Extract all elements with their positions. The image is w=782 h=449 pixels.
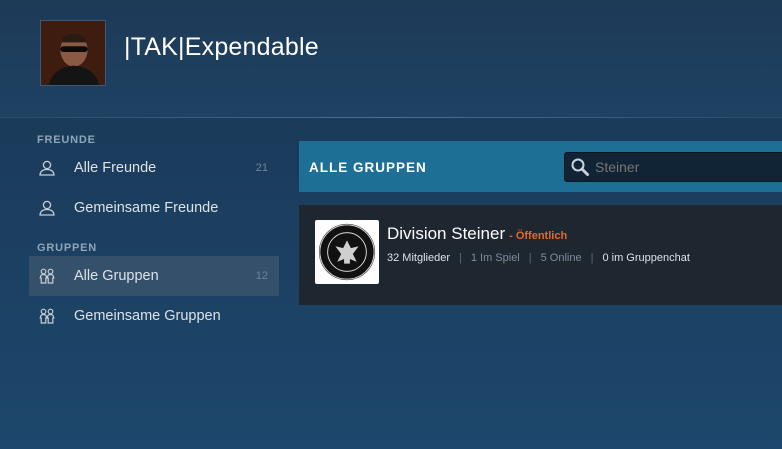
- sidebar-item-mutual-groups[interactable]: Gemeinsame Gruppen: [29, 296, 279, 336]
- group-card[interactable]: Division Steiner - Öffentlich 32 Mitglied…: [299, 205, 782, 305]
- sidebar-item-all-groups[interactable]: Alle Gruppen 12: [29, 256, 279, 296]
- user-icon: [38, 159, 56, 177]
- group-visibility-badge: - Öffentlich: [509, 230, 568, 242]
- group-chat-count: 0 im Gruppenchat: [602, 252, 690, 264]
- group-name[interactable]: Division Steiner - Öffentlich: [387, 224, 567, 244]
- search-box[interactable]: [564, 152, 782, 182]
- friends-section-title: FREUNDE: [37, 134, 96, 146]
- sidebar-item-label: Gemeinsame Gruppen: [74, 308, 221, 324]
- sidebar-item-all-friends[interactable]: Alle Freunde 21: [29, 148, 279, 188]
- header-divider: [0, 117, 782, 118]
- group-name-text: Division Steiner: [387, 224, 506, 243]
- stat-separator: |: [458, 252, 462, 264]
- sidebar-item-label: Alle Freunde: [74, 160, 157, 176]
- user-icon: [38, 199, 56, 217]
- stat-separator: |: [590, 252, 594, 264]
- in-game-count: 1 Im Spiel: [470, 252, 520, 264]
- group-avatar[interactable]: [315, 220, 379, 284]
- friends-count: 21: [255, 162, 268, 174]
- sidebar-item-label: Gemeinsame Freunde: [74, 200, 219, 216]
- group-stats: 32 Mitglieder | 1 Im Spiel | 5 Online | …: [387, 252, 690, 264]
- search-icon: [570, 157, 590, 177]
- profile-username: |TAK|Expendable: [124, 33, 319, 61]
- groups-header-bar: ALLE GRUPPEN: [299, 141, 782, 192]
- stat-separator: |: [528, 252, 532, 264]
- page-title: ALLE GRUPPEN: [309, 160, 427, 175]
- groups-section-title: GRUPPEN: [37, 242, 97, 254]
- avatar[interactable]: [40, 20, 106, 86]
- online-count: 5 Online: [540, 252, 582, 264]
- member-count: 32 Mitglieder: [387, 252, 450, 264]
- profile-header: [0, 0, 782, 118]
- group-icon: [38, 307, 56, 325]
- sidebar-item-label: Alle Gruppen: [74, 268, 159, 284]
- group-icon: [38, 267, 56, 285]
- groups-count: 12: [255, 270, 268, 282]
- sidebar-item-mutual-friends[interactable]: Gemeinsame Freunde: [29, 188, 279, 228]
- search-input[interactable]: [595, 159, 775, 175]
